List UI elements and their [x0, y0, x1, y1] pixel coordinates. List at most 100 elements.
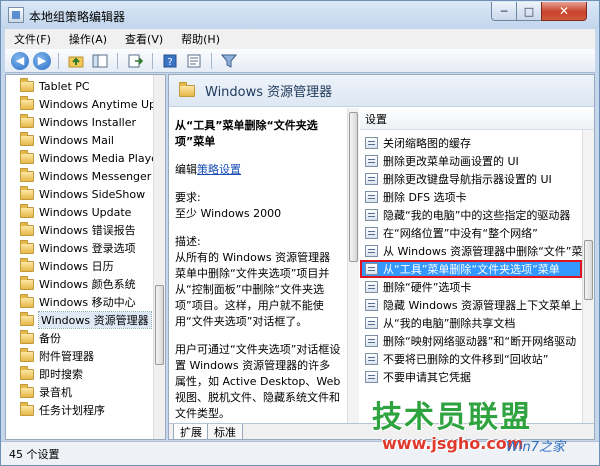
tree-item-windows-mail[interactable]: Windows Mail — [6, 131, 156, 149]
filter-icon[interactable] — [219, 52, 239, 70]
setting-row[interactable]: 隐藏“我的电脑”中的这些指定的驱动器 — [360, 206, 582, 224]
policy-setting-icon — [365, 371, 378, 383]
setting-row[interactable]: 不要申请其它凭据 — [360, 368, 582, 386]
tree-item-windows-messenger[interactable]: Windows Messenger — [6, 167, 156, 185]
description-pane: 从“工具”菜单删除“文件夹选项”菜单 编辑策略设置 要求: 至少 Windows… — [169, 108, 347, 423]
tree-scrollbar[interactable] — [153, 75, 165, 439]
toolbar-separator — [211, 52, 212, 69]
folder-icon — [20, 131, 34, 146]
setting-row[interactable]: 删除“映射网络驱动器”和“断开网络驱动 — [360, 332, 582, 350]
requirements-block: 要求: 至少 Windows 2000 — [175, 190, 341, 222]
description-scrollbar[interactable] — [347, 108, 359, 423]
policy-setting-icon — [365, 281, 378, 293]
tree-item-windows-logon-options[interactable]: Windows 登录选项 — [6, 239, 156, 257]
tree-item-windows-calendar[interactable]: Windows 日历 — [6, 257, 156, 275]
policy-setting-icon — [365, 137, 378, 149]
setting-row[interactable]: 删除 DFS 选项卡 — [360, 188, 582, 206]
setting-row[interactable]: 删除更改菜单动画设置的 UI — [360, 152, 582, 170]
requirements-label: 要求: — [175, 191, 201, 204]
setting-row[interactable]: 在“网络位置”中没有“整个网络” — [360, 224, 582, 242]
description-scroll-thumb[interactable] — [349, 112, 358, 262]
toolbar: ◀ ▶ ? — [5, 49, 595, 73]
policy-setting-icon — [365, 245, 378, 257]
edit-label: 编辑 — [175, 163, 197, 176]
details-header: Windows 资源管理器 — [169, 75, 594, 107]
minimize-button[interactable]: ─ — [491, 2, 517, 21]
tree-item-windows-media-player[interactable]: Windows Media Playe — [6, 149, 158, 167]
setting-row-selected[interactable]: 从“工具”菜单删除“文件夹选项”菜单 — [360, 260, 582, 278]
folder-open-icon — [179, 81, 195, 97]
tab-extended[interactable]: 扩展 — [173, 424, 209, 439]
details-pane: Windows 资源管理器 从“工具”菜单删除“文件夹选项”菜单 编辑策略设置 … — [168, 74, 595, 440]
tab-standard[interactable]: 标准 — [207, 424, 243, 439]
tree-item-task-scheduler[interactable]: 任务计划程序 — [6, 401, 156, 419]
menu-action[interactable]: 操作(A) — [60, 31, 116, 47]
tree-item-instant-search[interactable]: 即时搜索 — [6, 365, 156, 383]
folder-icon — [20, 257, 34, 272]
watermark-main: 技术员联盟 — [372, 400, 532, 435]
folder-icon — [20, 95, 34, 110]
tree-item-attachment-manager[interactable]: 附件管理器 — [6, 347, 156, 365]
toolbar-separator — [58, 52, 59, 69]
tree-item-windows-sideshow[interactable]: Windows SideShow — [6, 185, 156, 203]
tree-item-backup[interactable]: 备份 — [6, 329, 156, 347]
setting-row[interactable]: 不要将已删除的文件移到“回收站” — [360, 350, 582, 368]
folder-icon — [20, 365, 34, 380]
tree-item-sound-recorder[interactable]: 录音机 — [6, 383, 156, 401]
edit-policy-link[interactable]: 策略设置 — [197, 163, 241, 176]
toolbar-separator — [117, 52, 118, 69]
description-text: 从所有的 Windows 资源管理器菜单中删除“文件夹选项”项目并从“控制面板”… — [175, 251, 331, 328]
details-header-title: Windows 资源管理器 — [205, 85, 333, 100]
setting-row[interactable]: 删除“硬件”选项卡 — [360, 278, 582, 296]
export-list-icon[interactable] — [125, 52, 145, 70]
watermark-suffix: Win7之家 — [506, 440, 565, 455]
forward-icon[interactable]: ▶ — [33, 51, 51, 70]
settings-column-header[interactable]: 设置 — [360, 108, 594, 130]
properties-icon[interactable] — [184, 52, 204, 70]
folder-icon — [20, 293, 34, 308]
policy-setting-icon — [365, 353, 378, 365]
folder-icon — [20, 347, 34, 362]
folder-icon — [20, 383, 34, 398]
tree-item-windows-installer[interactable]: Windows Installer — [6, 113, 156, 131]
window-title: 本地组策略编辑器 — [29, 10, 126, 24]
setting-row[interactable]: 从 Windows 资源管理器中删除“文件”菜单 — [360, 242, 582, 260]
maximize-button[interactable]: □ — [516, 2, 542, 21]
policy-setting-icon — [365, 191, 378, 203]
tree-scroll-thumb[interactable] — [155, 285, 164, 365]
menu-file[interactable]: 文件(F) — [5, 31, 60, 47]
menu-view[interactable]: 查看(V) — [116, 31, 172, 47]
settings-list: 设置 关闭缩略图的缓存 删除更改菜单动画设置的 UI 删除更改键盘导航指示器设置… — [360, 108, 594, 423]
folder-icon — [20, 185, 34, 200]
menu-help[interactable]: 帮助(H) — [172, 31, 229, 47]
tree-item-tablet-pc[interactable]: Tablet PC — [6, 77, 156, 95]
status-text: 45 个设置 — [9, 447, 60, 461]
help-icon[interactable]: ? — [160, 52, 180, 70]
tree-item-windows-mobility-center[interactable]: Windows 移动中心 — [6, 293, 156, 311]
settings-scrollbar[interactable] — [582, 130, 594, 423]
folder-icon — [20, 275, 34, 290]
title-bar[interactable]: 本地组策略编辑器 ─ □ ✕ — [1, 1, 599, 29]
tree-pane[interactable]: Tablet PC Windows Anytime Up Windows Ins… — [5, 74, 166, 440]
policy-setting-icon — [365, 209, 378, 221]
folder-icon — [20, 149, 34, 164]
setting-row[interactable]: 从“我的电脑”删除共享文档 — [360, 314, 582, 332]
setting-row[interactable]: 关闭缩略图的缓存 — [360, 134, 582, 152]
requirements-value: 至少 Windows 2000 — [175, 207, 282, 220]
setting-row[interactable]: 删除更改键盘导航指示器设置的 UI — [360, 170, 582, 188]
folder-icon — [20, 167, 34, 182]
folder-icon — [20, 401, 34, 416]
show-hide-tree-icon[interactable] — [90, 52, 110, 70]
settings-scroll-thumb[interactable] — [584, 240, 593, 300]
tree-item-windows-update[interactable]: Windows Update — [6, 203, 156, 221]
tree-item-windows-anytime-upgrade[interactable]: Windows Anytime Up — [6, 95, 156, 113]
tree-item-windows-explorer[interactable]: Windows 资源管理器 — [6, 311, 156, 329]
tree-item-windows-error-reporting[interactable]: Windows 错误报告 — [6, 221, 156, 239]
setting-row[interactable]: 隐藏 Windows 资源管理器上下文菜单上 — [360, 296, 582, 314]
policy-setting-icon — [365, 227, 378, 239]
up-folder-icon[interactable] — [66, 52, 86, 70]
close-button[interactable]: ✕ — [541, 2, 587, 21]
tree-item-windows-color-system[interactable]: Windows 颜色系统 — [6, 275, 156, 293]
folder-icon — [20, 221, 34, 236]
back-icon[interactable]: ◀ — [11, 51, 29, 70]
